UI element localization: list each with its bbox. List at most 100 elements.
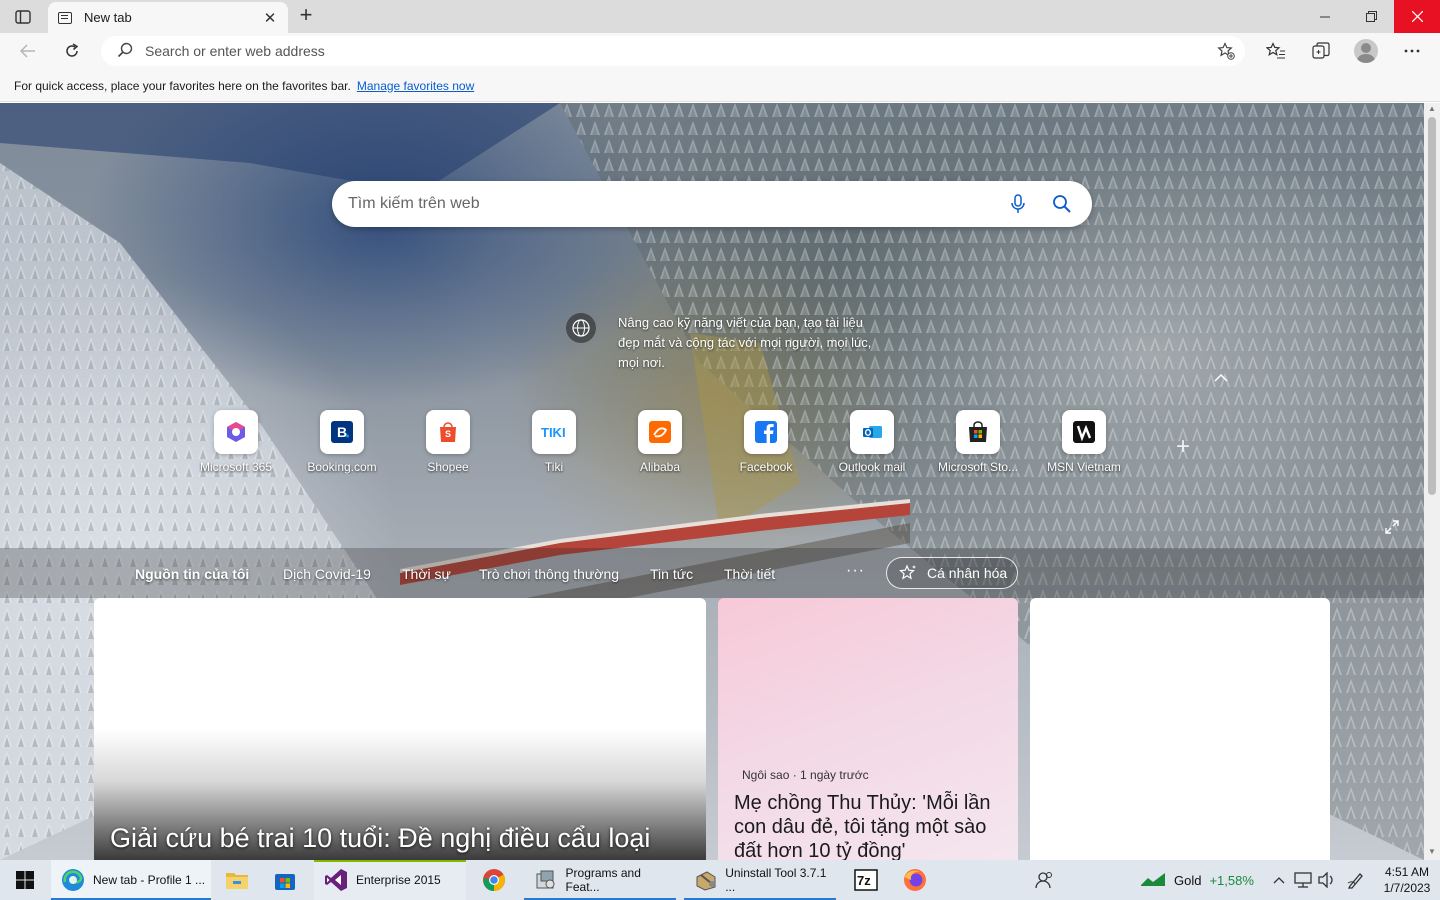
- favorites-bar: For quick access, place your favorites h…: [0, 70, 1440, 102]
- personalize-label: Cá nhân hóa: [927, 565, 1008, 581]
- tab-weather[interactable]: Thời tiết: [724, 566, 775, 582]
- 7zip-icon: 7z: [854, 868, 878, 892]
- add-quick-link-button[interactable]: +: [1176, 433, 1190, 461]
- tab-current-affairs[interactable]: Thời sự: [402, 566, 451, 582]
- taskbar-item-visual-studio[interactable]: Enterprise 2015: [314, 860, 466, 900]
- new-tab-button[interactable]: +: [294, 4, 318, 28]
- quick-link-msn[interactable]: MSN Vietnam: [1036, 410, 1132, 474]
- show-hidden-icons-button[interactable]: [1270, 860, 1288, 900]
- chevron-up-icon: [1273, 877, 1285, 884]
- scroll-down-arrow-icon[interactable]: ▼: [1424, 847, 1440, 859]
- programs-features-icon: [534, 868, 558, 892]
- outlook-icon: [850, 410, 894, 454]
- news-card[interactable]: Giải cứu bé trai 10 tuổi: Đề nghị điều c…: [94, 598, 706, 860]
- tab-casual-games[interactable]: Trò chơi thông thường: [479, 566, 619, 582]
- address-bar[interactable]: [101, 36, 1245, 66]
- restore-button[interactable]: [1348, 0, 1394, 33]
- quick-link-label: Alibaba: [639, 460, 681, 474]
- title-bar: New tab ✕ +: [0, 0, 1440, 33]
- microsoft-store-icon: [273, 868, 297, 892]
- profile-button[interactable]: [1350, 37, 1382, 65]
- quick-link-shopee[interactable]: S Shopee: [400, 410, 496, 474]
- quick-link-alibaba[interactable]: Alibaba: [612, 410, 708, 474]
- back-button[interactable]: [12, 37, 44, 65]
- shopee-icon: S: [426, 410, 470, 454]
- taskbar-item-7zip[interactable]: 7z: [844, 860, 888, 900]
- system-clock[interactable]: 4:51 AM 1/7/2023: [1374, 864, 1440, 896]
- address-input[interactable]: [145, 43, 1245, 59]
- volume-button[interactable]: [1316, 860, 1338, 900]
- taskbar-item-edge[interactable]: New tab - Profile 1 ...: [51, 860, 211, 900]
- minimize-button[interactable]: [1302, 0, 1348, 33]
- taskbar-item-firefox[interactable]: [893, 860, 937, 900]
- collections-button[interactable]: [1305, 37, 1337, 65]
- alibaba-icon: [638, 410, 682, 454]
- taskbar-item-microsoft-store[interactable]: [263, 860, 307, 900]
- browser-tab[interactable]: New tab ✕: [48, 2, 288, 33]
- file-explorer-icon: [225, 868, 249, 892]
- add-favorite-icon[interactable]: [1217, 42, 1235, 60]
- quick-link-microsoft-store[interactable]: Microsoft Sto...: [930, 410, 1026, 474]
- taskbar-item-chrome[interactable]: [472, 860, 516, 900]
- personalize-button[interactable]: Cá nhân hóa: [886, 557, 1018, 589]
- refresh-button[interactable]: [56, 37, 88, 65]
- gold-widget[interactable]: Gold +1,58%: [1136, 860, 1264, 900]
- chevron-up-icon[interactable]: [1214, 369, 1228, 385]
- search-icon[interactable]: [1048, 190, 1076, 218]
- taskbar-item-label: Programs and Feat...: [565, 866, 641, 894]
- web-search-box[interactable]: [332, 181, 1092, 227]
- scrollbar-thumb[interactable]: [1428, 117, 1436, 495]
- page-scrollbar[interactable]: ▲ ▼: [1424, 103, 1440, 860]
- taskbar-item-label: Enterprise 2015: [356, 873, 441, 887]
- promo-banner[interactable]: Nâng cao kỹ năng viết của bạn, tạo tài l…: [566, 313, 886, 373]
- quick-link-facebook[interactable]: Facebook: [718, 410, 814, 474]
- quick-link-tiki[interactable]: TIKI Tiki: [506, 410, 602, 474]
- news-card[interactable]: [1030, 598, 1330, 860]
- close-window-button[interactable]: [1394, 0, 1440, 33]
- taskbar-item-programs-features[interactable]: Programs and Feat...: [524, 860, 676, 900]
- scroll-up-arrow-icon[interactable]: ▲: [1424, 104, 1440, 116]
- pen-workspace-button[interactable]: [1344, 860, 1368, 900]
- edge-icon: [61, 868, 85, 892]
- people-button[interactable]: [1024, 860, 1064, 900]
- chrome-icon: [482, 868, 506, 892]
- favorites-bar-message: For quick access, place your favorites h…: [14, 78, 351, 93]
- taskbar-item-file-explorer[interactable]: [215, 860, 259, 900]
- windows-logo-icon: [16, 871, 34, 889]
- gold-label: Gold: [1174, 872, 1202, 888]
- quick-link-outlook[interactable]: Outlook mail: [824, 410, 920, 474]
- tab-covid-19[interactable]: Dịch Covid-19: [283, 566, 371, 582]
- microsoft-store-icon: [956, 410, 1000, 454]
- tab-my-feed[interactable]: Nguồn tin của tôi: [135, 566, 249, 582]
- news-headline[interactable]: Giải cứu bé trai 10 tuổi: Đề nghị điều c…: [110, 823, 650, 854]
- gold-change: +1,58%: [1209, 872, 1254, 888]
- start-button[interactable]: [0, 860, 50, 900]
- settings-menu-button[interactable]: [1396, 37, 1428, 65]
- microphone-icon[interactable]: [1004, 190, 1032, 218]
- quick-link-label: Microsoft Sto...: [937, 460, 1019, 474]
- close-tab-icon[interactable]: ✕: [262, 9, 278, 27]
- promo-text: Nâng cao kỹ năng viết của bạn, tạo tài l…: [618, 315, 872, 370]
- firefox-icon: [903, 868, 927, 892]
- news-headline[interactable]: Mẹ chồng Thu Thủy: 'Mỗi lần con dâu đẻ, …: [734, 791, 1009, 860]
- clock-time: 4:51 AM: [1384, 865, 1430, 879]
- tab-title: New tab: [84, 10, 132, 25]
- news-card[interactable]: Ngôi sao · 1 ngày trước Mẹ chồng Thu Thủ…: [718, 598, 1018, 860]
- network-button[interactable]: [1292, 860, 1314, 900]
- clock-date: 1/7/2023: [1383, 881, 1431, 895]
- web-search-input[interactable]: [348, 195, 988, 213]
- taskbar-item-label: Uninstall Tool 3.7.1 ...: [725, 866, 827, 894]
- quick-link-microsoft-365[interactable]: Microsoft 365: [188, 410, 284, 474]
- favorites-button[interactable]: [1260, 37, 1292, 65]
- more-tabs-button[interactable]: ···: [846, 562, 865, 580]
- svg-text:7z: 7z: [857, 873, 871, 888]
- tab-actions-icon[interactable]: [6, 4, 40, 30]
- running-indicator: [314, 860, 466, 862]
- quick-link-booking[interactable]: B Booking.com: [294, 410, 390, 474]
- expand-icon[interactable]: [1385, 520, 1399, 539]
- manage-favorites-link[interactable]: Manage favorites now: [357, 79, 474, 93]
- sparkle-star-icon: [899, 564, 916, 580]
- msn-icon: [1062, 410, 1106, 454]
- taskbar-item-uninstall-tool[interactable]: Uninstall Tool 3.7.1 ...: [684, 860, 836, 900]
- tab-news[interactable]: Tin tức: [650, 566, 693, 582]
